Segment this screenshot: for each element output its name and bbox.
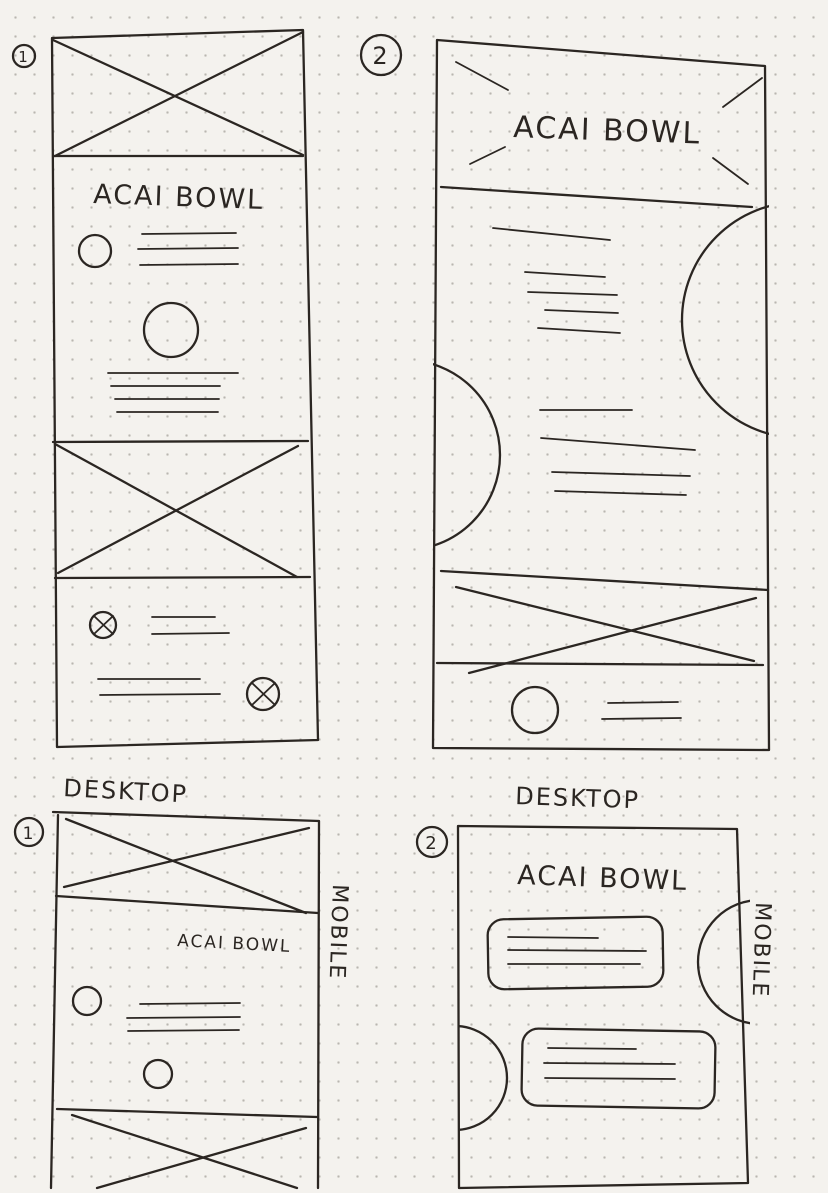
image-placeholder [55,1107,319,1190]
content-card [520,1027,717,1110]
sketch-1-desktop: 1 ACAI BOWL DESKTOP [11,28,320,809]
number-circle-1: 1 [13,816,45,848]
hero-image-placeholder [51,30,305,158]
sketch-3-mobile: 1 ACAI BOWL MOBILE [13,810,352,1190]
device-caption: DESKTOP [515,782,641,814]
device-caption: MOBILE [747,902,775,999]
hatched-circle-icon [142,301,200,359]
sketch-4-mobile: 2 ACAI BOWL MOBILE [415,824,775,1190]
hatched-circle-icon [77,233,113,269]
device-caption: DESKTOP [63,774,189,808]
number-circle-1: 1 [11,43,37,69]
sketch-2-desktop: 2 ACAI BOWL DESKTOP [359,33,771,814]
frame-outline [51,810,321,1190]
page-title: ACAI BOWL [517,860,689,897]
page-title: ACAI BOWL [513,110,702,152]
content-card [486,915,665,991]
text-lines [539,409,696,496]
image-placeholder [51,439,312,580]
number-circle-2: 2 [415,825,449,859]
hatched-half-circle [680,204,769,436]
image-placeholder [435,569,770,675]
hatched-half-circle [458,1024,509,1132]
hero-image-placeholder [54,817,320,915]
notebook-page: 1 ACAI BOWL DESKTOP 2 ACAI BOWL DESKTOP … [11,28,775,1190]
sketch-number: 2 [425,833,438,854]
text-lines [126,1002,241,1032]
device-caption: MOBILE [324,884,352,981]
hatched-circle-icon [142,1058,174,1090]
page-title: ACAI BOWL [93,179,265,216]
x-circle-icon [88,610,118,640]
text-lines [137,232,239,266]
text-lines [151,616,230,635]
text-lines [492,227,621,334]
sketch-number: 1 [18,48,30,66]
text-lines [601,701,682,720]
hatched-half-circle [433,363,502,547]
text-lines [97,678,221,696]
hatched-circle-icon [71,985,103,1017]
x-circle-icon [245,676,281,712]
sketch-number: 2 [372,42,389,70]
hatched-circle-icon [510,685,560,735]
sketch-number: 1 [23,824,36,844]
text-lines [107,372,239,413]
page-title: ACAI BOWL [177,931,292,957]
number-circle-2: 2 [359,33,403,77]
